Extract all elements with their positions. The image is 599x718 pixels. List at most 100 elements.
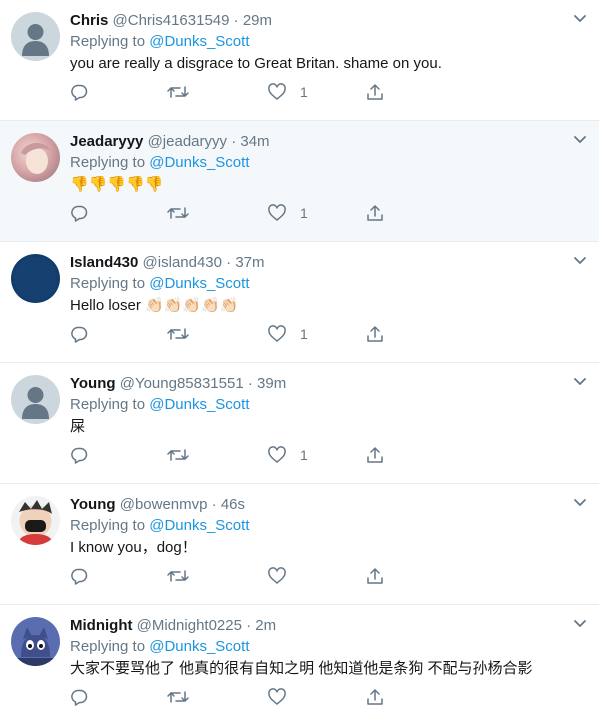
avatar[interactable]	[11, 496, 60, 545]
display-name[interactable]: Jeadaryyy	[70, 133, 143, 150]
replying-to: Replying to @Dunks_Scott	[70, 274, 559, 294]
reply-button[interactable]	[70, 202, 88, 224]
reply-button[interactable]	[70, 323, 88, 345]
separator-dot: ·	[246, 617, 252, 634]
user-handle[interactable]: @island430	[143, 254, 222, 271]
dark-blue-avatar	[11, 254, 60, 303]
avatar[interactable]	[11, 254, 60, 303]
mention-link[interactable]: @Dunks_Scott	[149, 33, 249, 50]
display-name[interactable]: Chris	[70, 12, 108, 29]
retweet-button[interactable]	[167, 686, 189, 708]
caret-down-icon[interactable]	[573, 619, 587, 629]
share-icon	[367, 326, 383, 342]
tweet-content: Island430 @island430 · 37m Replying to @…	[70, 253, 559, 316]
tweet-actions: 1	[70, 202, 390, 224]
timestamp[interactable]: 39m	[257, 375, 286, 392]
like-button[interactable]: 1	[268, 323, 308, 345]
caret-down-icon[interactable]	[573, 135, 587, 145]
caret-down-icon[interactable]	[573, 256, 587, 266]
share-icon	[367, 205, 383, 221]
like-button[interactable]: 1	[268, 444, 308, 466]
like-button[interactable]: 1	[268, 81, 308, 103]
tweet-header: Young @Young85831551 · 39m	[70, 374, 559, 394]
tweet-text: 屎	[70, 418, 86, 435]
timestamp[interactable]: 37m	[235, 254, 264, 271]
share-button[interactable]	[366, 202, 384, 224]
mention-link[interactable]: @Dunks_Scott	[149, 154, 249, 171]
share-button[interactable]	[366, 686, 384, 708]
replying-to: Replying to @Dunks_Scott	[70, 637, 559, 657]
retweet-button[interactable]	[167, 444, 189, 466]
separator-dot: ·	[226, 254, 232, 271]
like-button[interactable]	[268, 565, 300, 587]
reply-button[interactable]	[70, 565, 88, 587]
like-count: 1	[300, 205, 308, 221]
default-avatar-icon	[11, 375, 60, 424]
tweet[interactable]: Young @Young85831551 · 39m Replying to @…	[0, 363, 599, 484]
default-avatar-icon	[11, 12, 60, 61]
like-button[interactable]	[268, 686, 300, 708]
reply-icon	[71, 689, 88, 706]
reply-button[interactable]	[70, 444, 88, 466]
avatar[interactable]	[11, 133, 60, 182]
user-handle[interactable]: @Young85831551	[120, 375, 244, 392]
user-handle[interactable]: @jeadaryyy	[148, 133, 227, 150]
mention-link[interactable]: @Dunks_Scott	[149, 275, 249, 292]
timestamp[interactable]: 46s	[221, 496, 245, 513]
tweet-text: 大家不要骂他了 他真的很有自知之明 他知道他是条狗 不配与孙杨合影	[70, 660, 533, 677]
tweet-actions: 1	[70, 444, 390, 466]
tweet[interactable]: Chris @Chris41631549 · 29m Replying to @…	[0, 0, 599, 121]
retweet-icon	[167, 207, 189, 219]
tweet[interactable]: Island430 @island430 · 37m Replying to @…	[0, 242, 599, 363]
display-name[interactable]: Island430	[70, 254, 138, 271]
replying-to-label: Replying to	[70, 33, 146, 50]
user-handle[interactable]: @Midnight0225	[137, 617, 242, 634]
replying-to-label: Replying to	[70, 638, 146, 655]
like-button[interactable]: 1	[268, 202, 308, 224]
like-icon	[268, 446, 286, 463]
timestamp[interactable]: 29m	[243, 12, 272, 29]
share-icon	[367, 568, 383, 584]
caret-down-icon[interactable]	[573, 14, 587, 24]
tweet-text: you are really a disgrace to Great Brita…	[70, 55, 442, 72]
share-icon	[367, 84, 383, 100]
avatar[interactable]	[11, 12, 60, 61]
retweet-button[interactable]	[167, 565, 189, 587]
user-handle[interactable]: @bowenmvp	[120, 496, 208, 513]
replying-to-label: Replying to	[70, 517, 146, 534]
display-name[interactable]: Young	[70, 375, 116, 392]
tweet[interactable]: Jeadaryyy @jeadaryyy · 34m Replying to @…	[0, 121, 599, 242]
tweet-content: Jeadaryyy @jeadaryyy · 34m Replying to @…	[70, 132, 559, 195]
mention-link[interactable]: @Dunks_Scott	[149, 517, 249, 534]
tweet[interactable]: Young @bowenmvp · 46s Replying to @Dunks…	[0, 484, 599, 605]
share-button[interactable]	[366, 565, 384, 587]
caret-down-icon[interactable]	[573, 377, 587, 387]
reply-button[interactable]	[70, 686, 88, 708]
tweet-header: Island430 @island430 · 37m	[70, 253, 559, 273]
timestamp[interactable]: 2m	[255, 617, 276, 634]
display-name[interactable]: Young	[70, 496, 116, 513]
retweet-button[interactable]	[167, 202, 189, 224]
tweet-content: Chris @Chris41631549 · 29m Replying to @…	[70, 11, 559, 74]
tweet-actions	[70, 686, 390, 708]
retweet-button[interactable]	[167, 323, 189, 345]
reply-icon	[71, 568, 88, 585]
replying-to: Replying to @Dunks_Scott	[70, 516, 559, 536]
replying-to: Replying to @Dunks_Scott	[70, 32, 559, 52]
tweet[interactable]: Midnight @Midnight0225 · 2m Replying to …	[0, 605, 599, 718]
share-button[interactable]	[366, 323, 384, 345]
timestamp[interactable]: 34m	[240, 133, 269, 150]
avatar[interactable]	[11, 617, 60, 666]
avatar[interactable]	[11, 375, 60, 424]
share-button[interactable]	[366, 81, 384, 103]
retweet-button[interactable]	[167, 81, 189, 103]
caret-down-icon[interactable]	[573, 498, 587, 508]
share-button[interactable]	[366, 444, 384, 466]
display-name[interactable]: Midnight	[70, 617, 132, 634]
user-handle[interactable]: @Chris41631549	[113, 12, 230, 29]
tweet-header: Jeadaryyy @jeadaryyy · 34m	[70, 132, 559, 152]
replying-to: Replying to @Dunks_Scott	[70, 395, 559, 415]
mention-link[interactable]: @Dunks_Scott	[149, 638, 249, 655]
mention-link[interactable]: @Dunks_Scott	[149, 396, 249, 413]
reply-button[interactable]	[70, 81, 88, 103]
